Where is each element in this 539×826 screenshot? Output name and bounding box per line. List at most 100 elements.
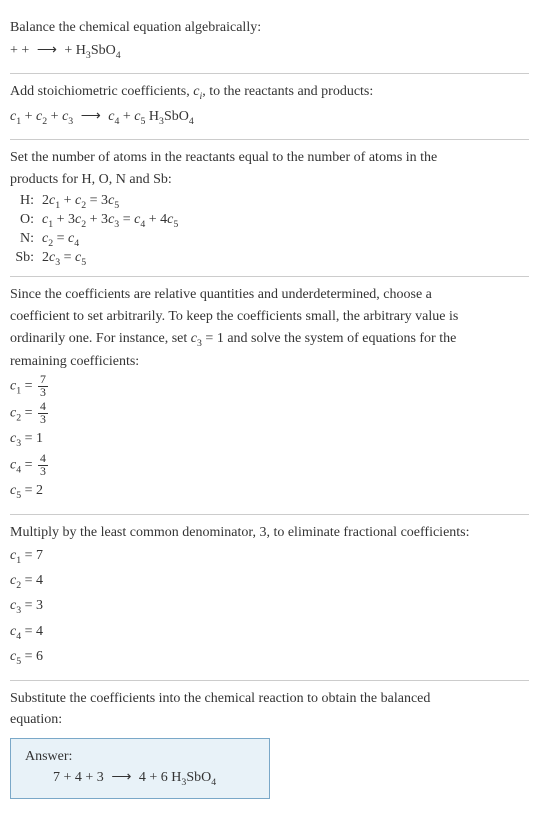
- atom-label: N:: [14, 231, 42, 247]
- atom-label: Sb:: [14, 250, 42, 266]
- plus: + 3: [85, 770, 107, 785]
- eq: =: [119, 212, 134, 227]
- text-part: Add stoichiometric coefficients,: [10, 84, 193, 99]
- formula-text: H: [145, 109, 159, 124]
- atom-row-h: H: 2c1 + c2 = 3c5: [14, 193, 529, 211]
- c3-int: c3 = 3: [10, 595, 529, 618]
- subscript: 5: [114, 200, 119, 211]
- subscript: 5: [81, 256, 86, 267]
- coeff: 4: [135, 770, 149, 785]
- section-balance-intro: Balance the chemical equation algebraica…: [10, 10, 529, 74]
- arrow-icon: ⟶: [37, 40, 57, 62]
- solve-text: Since the coefficients are relative quan…: [10, 285, 529, 305]
- num: 2: [42, 193, 49, 208]
- plus: + 4: [64, 770, 86, 785]
- eq: = 2: [21, 483, 43, 498]
- num: 2: [42, 250, 49, 265]
- atom-intro: products for H, O, N and Sb:: [10, 170, 529, 190]
- eq: =: [21, 458, 36, 473]
- atom-intro: Set the number of atoms in the reactants…: [10, 148, 529, 168]
- text-part: , to the reactants and products:: [202, 84, 373, 99]
- coeff-equation: c1 + c2 + c3 ⟶ c4 + c5 H3SbO4: [10, 106, 529, 129]
- solve-text: coefficient to set arbitrarily. To keep …: [10, 307, 529, 327]
- eq: = 6: [21, 649, 43, 664]
- subscript: 4: [189, 115, 194, 126]
- subscript: 4: [74, 238, 79, 249]
- atom-label: O:: [14, 212, 42, 228]
- balanced-equation: 7 + 4 + 3 ⟶ 4 + 6 H3SbO4: [25, 769, 255, 788]
- product-text: + H: [64, 43, 86, 58]
- c1-int: c1 = 7: [10, 545, 529, 568]
- c3-value: c3 = 1: [10, 428, 529, 451]
- eq: =: [21, 378, 36, 393]
- eq: = 3: [86, 193, 108, 208]
- c2-int: c2 = 4: [10, 570, 529, 593]
- eq: =: [60, 250, 75, 265]
- atom-equation: c1 + 3c2 + 3c3 = c4 + 4c5: [42, 212, 178, 230]
- eq: = 4: [21, 573, 43, 588]
- plus-placeholder: +: [21, 43, 32, 58]
- denominator: 3: [38, 466, 48, 478]
- fraction: 43: [38, 401, 48, 426]
- plus: +: [47, 109, 62, 124]
- atom-row-sb: Sb: 2c3 = c5: [14, 250, 529, 268]
- fraction: 43: [38, 453, 48, 478]
- plus: +: [21, 109, 36, 124]
- coeff: 7: [53, 770, 64, 785]
- solve-text: remaining coefficients:: [10, 352, 529, 372]
- intro-text: Balance the chemical equation algebraica…: [10, 18, 529, 38]
- denominator: 3: [38, 387, 48, 399]
- subscript: 4: [116, 49, 121, 60]
- plus: + 3: [86, 212, 108, 227]
- multiply-text: Multiply by the least common denominator…: [10, 523, 529, 543]
- product: + 6 H: [149, 770, 181, 785]
- arrow-icon: ⟶: [111, 769, 131, 786]
- answer-label: Answer:: [25, 749, 255, 765]
- section-answer: Substitute the coefficients into the che…: [10, 681, 529, 807]
- answer-intro: Substitute the coefficients into the che…: [10, 689, 529, 709]
- subscript: 4: [211, 777, 216, 788]
- subscript: 3: [68, 115, 73, 126]
- subscript: 5: [173, 219, 178, 230]
- atom-equation: 2c1 + c2 = 3c5: [42, 193, 119, 211]
- c5-int: c5 = 6: [10, 646, 529, 669]
- eq: = 1: [21, 431, 43, 446]
- plus: + 4: [145, 212, 167, 227]
- product-text: SbO: [91, 43, 116, 58]
- answer-box: Answer: 7 + 4 + 3 ⟶ 4 + 6 H3SbO4: [10, 738, 270, 799]
- coeff-text: Add stoichiometric coefficients, ci, to …: [10, 82, 529, 104]
- c2-value: c2 = 43: [10, 401, 529, 426]
- plus: +: [119, 109, 134, 124]
- atom-row-n: N: c2 = c4: [14, 231, 529, 249]
- eq: =: [53, 231, 68, 246]
- eq: = 7: [21, 548, 43, 563]
- c4-int: c4 = 4: [10, 621, 529, 644]
- section-add-coefficients: Add stoichiometric coefficients, ci, to …: [10, 74, 529, 140]
- atom-row-o: O: c1 + 3c2 + 3c3 = c4 + 4c5: [14, 212, 529, 230]
- atom-table: H: 2c1 + c2 = 3c5 O: c1 + 3c2 + 3c3 = c4…: [14, 193, 529, 267]
- eq: = 4: [21, 624, 43, 639]
- text-part: = 1 and solve the system of equations fo…: [202, 331, 456, 346]
- plus-placeholder: +: [10, 43, 21, 58]
- c4-value: c4 = 43: [10, 453, 529, 478]
- answer-intro: equation:: [10, 710, 529, 730]
- atom-equation: 2c3 = c5: [42, 250, 86, 268]
- c5-value: c5 = 2: [10, 480, 529, 503]
- formula-text: SbO: [164, 109, 189, 124]
- text-part: ordinarily one. For instance, set: [10, 331, 191, 346]
- section-multiply: Multiply by the least common denominator…: [10, 515, 529, 681]
- atom-equation: c2 = c4: [42, 231, 79, 249]
- plus: + 3: [53, 212, 75, 227]
- eq: = 3: [21, 598, 43, 613]
- raw-equation: + + ⟶ + H3SbO4: [10, 40, 529, 63]
- fraction: 73: [38, 374, 48, 399]
- arrow-icon: ⟶: [81, 106, 101, 128]
- solve-text: ordinarily one. For instance, set c3 = 1…: [10, 329, 529, 351]
- c1-value: c1 = 73: [10, 374, 529, 399]
- product: SbO: [186, 770, 211, 785]
- denominator: 3: [38, 414, 48, 426]
- atom-label: H:: [14, 193, 42, 209]
- plus: +: [60, 193, 75, 208]
- section-atom-equations: Set the number of atoms in the reactants…: [10, 140, 529, 277]
- section-solve: Since the coefficients are relative quan…: [10, 277, 529, 515]
